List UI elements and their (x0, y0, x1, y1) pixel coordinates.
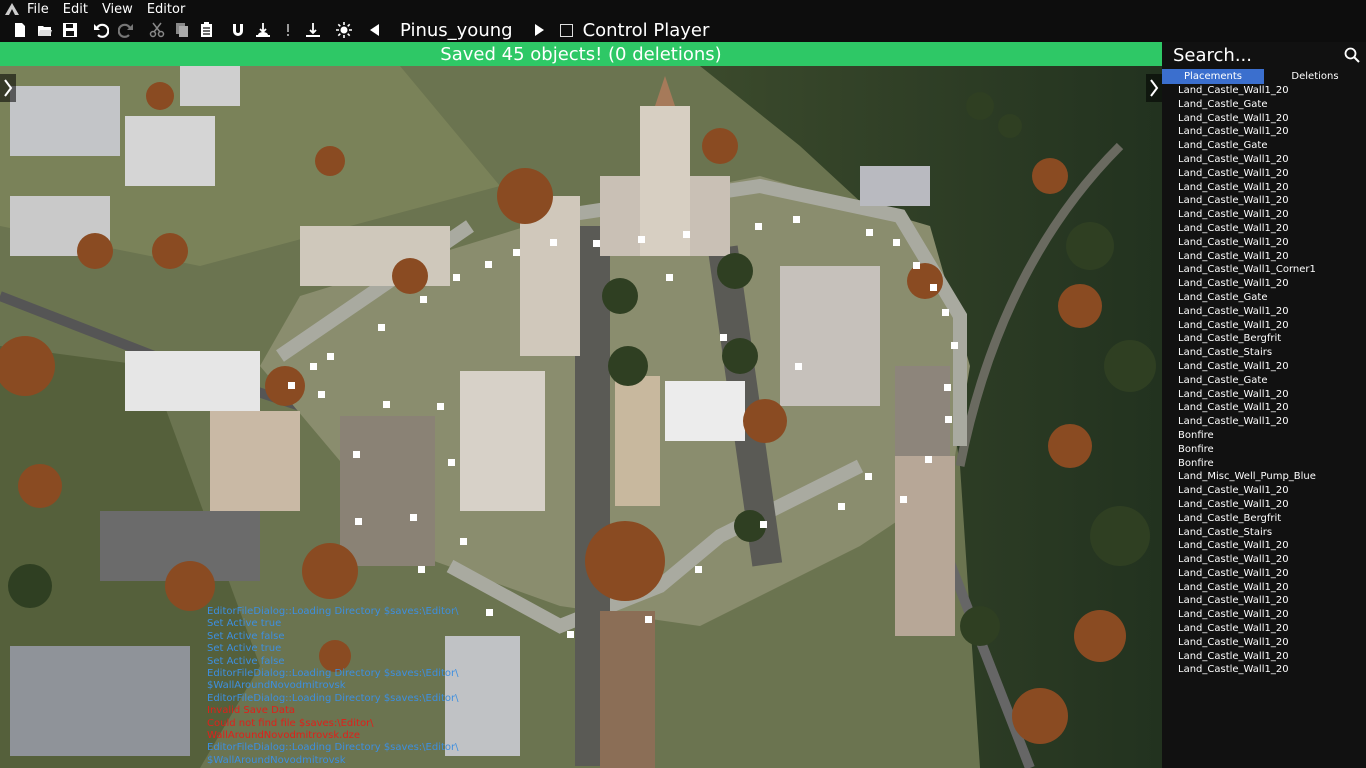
list-item[interactable]: Land_Castle_Wall1_20 (1178, 539, 1366, 553)
ground-snap-icon[interactable] (252, 19, 274, 41)
list-item[interactable]: Land_Castle_Wall1_20 (1178, 181, 1366, 195)
next-icon[interactable] (528, 19, 550, 41)
log-line: Set Active false (207, 630, 285, 642)
list-item[interactable]: Land_Castle_Wall1_20 (1178, 250, 1366, 264)
undo-icon[interactable] (90, 19, 112, 41)
app-logo-icon (3, 1, 21, 17)
list-item[interactable]: Land_Castle_Wall1_20 (1178, 553, 1366, 567)
log-line: Invalid Save Data (207, 705, 296, 717)
list-item[interactable]: Land_Castle_Wall1_20 (1178, 594, 1366, 608)
game-viewport[interactable]: EditorFileDialog::Loading Directory $sav… (0, 66, 1162, 768)
previous-icon[interactable] (364, 19, 386, 41)
save-icon[interactable] (59, 19, 81, 41)
log-line: Set Active true (207, 643, 282, 655)
log-line: EditorFileDialog::Loading Directory $sav… (207, 692, 459, 704)
list-item[interactable]: Land_Castle_Wall1_20 (1178, 125, 1366, 139)
list-item[interactable]: Land_Castle_Wall1_20 (1178, 663, 1366, 677)
toolbar: Pinus_young Control Player (0, 18, 1366, 42)
list-item[interactable]: Land_Castle_Wall1_20 (1178, 277, 1366, 291)
chevron-right-icon (4, 79, 13, 97)
list-item[interactable]: Land_Castle_Wall1_20 (1178, 567, 1366, 581)
collapse-left-panel-button[interactable] (0, 74, 16, 102)
list-item[interactable]: Land_Castle_Wall1_20 (1178, 305, 1366, 319)
panel-tabs: Placements Deletions (1162, 69, 1366, 84)
list-item[interactable]: Bonfire (1178, 429, 1366, 443)
control-player-label: Control Player (582, 19, 710, 41)
list-item[interactable]: Land_Castle_Gate (1178, 139, 1366, 153)
copy-icon[interactable] (171, 19, 193, 41)
collapse-right-panel-button[interactable] (1146, 74, 1162, 102)
control-player-checkbox[interactable] (559, 23, 573, 37)
menu-editor[interactable]: Editor (147, 2, 185, 17)
list-item[interactable]: Land_Castle_Wall1_20 (1178, 581, 1366, 595)
open-folder-icon[interactable] (34, 19, 56, 41)
log-line: $WallAroundNovodmitrovsk (207, 754, 346, 766)
menu-bar: File Edit View Editor (0, 0, 1366, 18)
list-item[interactable]: Bonfire (1178, 457, 1366, 471)
list-item[interactable]: Land_Castle_Wall1_20 (1178, 208, 1366, 222)
list-item[interactable]: Land_Castle_Wall1_20 (1178, 622, 1366, 636)
list-item[interactable]: Land_Castle_Bergfrit (1178, 332, 1366, 346)
selected-object-name: Pinus_young (400, 19, 513, 41)
place-on-ground-icon[interactable] (302, 19, 324, 41)
list-item[interactable]: Land_Castle_Wall1_20 (1178, 650, 1366, 664)
log-line: Could not find file $saves:\Editor\ (207, 717, 374, 729)
list-item[interactable]: Land_Castle_Wall1_20 (1178, 388, 1366, 402)
list-item[interactable]: Land_Castle_Wall1_20 (1178, 498, 1366, 512)
new-file-icon[interactable] (9, 19, 31, 41)
list-item[interactable]: Land_Castle_Wall1_20 (1178, 222, 1366, 236)
list-item[interactable]: Land_Castle_Wall1_20 (1178, 236, 1366, 250)
menu-edit[interactable]: Edit (63, 2, 88, 17)
log-line: $WallAroundNovodmitrovsk (207, 680, 346, 692)
console-log: EditorFileDialog::Loading Directory $sav… (207, 606, 459, 767)
search-input[interactable]: Search... (1162, 42, 1366, 68)
tab-placements[interactable]: Placements (1162, 69, 1264, 84)
scene-render (0, 66, 1162, 768)
log-line: Set Active false (207, 655, 285, 667)
list-item[interactable]: Land_Castle_Wall1_20 (1178, 84, 1366, 98)
list-item[interactable]: Land_Castle_Wall1_20 (1178, 360, 1366, 374)
search-icon[interactable] (1344, 47, 1360, 63)
list-item[interactable]: Bonfire (1178, 443, 1366, 457)
list-item[interactable]: Land_Misc_Well_Pump_Blue (1178, 470, 1366, 484)
search-placeholder: Search... (1173, 44, 1253, 66)
list-item[interactable]: Land_Castle_Wall1_20 (1178, 153, 1366, 167)
object-list-panel: Search... Placements Deletions Land_Cast… (1162, 42, 1366, 768)
log-line: EditorFileDialog::Loading Directory $sav… (207, 742, 459, 754)
paste-icon[interactable] (196, 19, 218, 41)
redo-icon[interactable] (115, 19, 137, 41)
sun-icon[interactable] (333, 19, 355, 41)
list-item[interactable]: Land_Castle_Wall1_20 (1178, 167, 1366, 181)
placements-list: Land_Castle_Wall1_20 Land_Castle_Gate Land… (1162, 84, 1366, 677)
list-item[interactable]: Land_Castle_Wall1_20 (1178, 401, 1366, 415)
exclamation-icon[interactable] (277, 19, 299, 41)
list-item[interactable]: Land_Castle_Wall1_20 (1178, 319, 1366, 333)
chevron-right-icon (1150, 79, 1159, 97)
list-item[interactable]: Land_Castle_Wall1_20 (1178, 636, 1366, 650)
list-item[interactable]: Land_Castle_Wall1_20 (1178, 194, 1366, 208)
tab-deletions[interactable]: Deletions (1264, 69, 1366, 84)
list-item[interactable]: Land_Castle_Gate (1178, 291, 1366, 305)
list-item[interactable]: Land_Castle_Gate (1178, 374, 1366, 388)
magnet-icon[interactable] (227, 19, 249, 41)
list-item[interactable]: Land_Castle_Wall1_20 (1178, 415, 1366, 429)
menu-view[interactable]: View (102, 2, 133, 17)
log-line: Set Active true (207, 618, 282, 630)
cut-icon[interactable] (146, 19, 168, 41)
log-line: WallAroundNovodmitrovsk.dze (207, 730, 361, 742)
list-item[interactable]: Land_Castle_Stairs (1178, 526, 1366, 540)
list-item[interactable]: Land_Castle_Bergfrit (1178, 512, 1366, 526)
list-item[interactable]: Land_Castle_Wall1_20 (1178, 484, 1366, 498)
list-item[interactable]: Land_Castle_Wall1_20 (1178, 112, 1366, 126)
log-line: EditorFileDialog::Loading Directory $sav… (207, 668, 459, 680)
list-item[interactable]: Land_Castle_Gate (1178, 98, 1366, 112)
menu-file[interactable]: File (27, 2, 49, 17)
status-banner: Saved 45 objects! (0 deletions) (0, 42, 1162, 66)
list-item[interactable]: Land_Castle_Stairs (1178, 346, 1366, 360)
list-item[interactable]: Land_Castle_Wall1_20 (1178, 608, 1366, 622)
log-line: EditorFileDialog::Loading Directory $sav… (207, 606, 459, 617)
list-item[interactable]: Land_Castle_Wall1_Corner1 (1178, 263, 1366, 277)
